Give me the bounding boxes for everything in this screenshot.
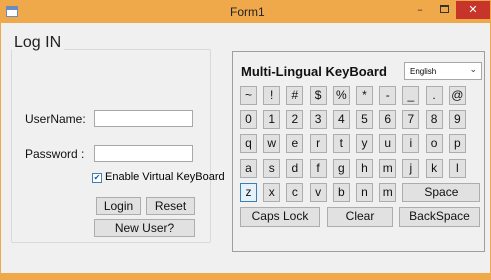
key[interactable]: ~ — [240, 86, 257, 105]
form-client-area: Log IN UserName: Password : ✔ Enable Vir… — [1, 23, 490, 279]
key[interactable]: @ — [448, 86, 466, 105]
key[interactable]: - — [379, 86, 397, 105]
minimize-icon[interactable]: – — [408, 1, 432, 19]
language-selected-value: English — [410, 67, 437, 76]
password-input[interactable] — [95, 146, 192, 161]
key[interactable]: 7 — [402, 110, 420, 129]
key[interactable]: 2 — [286, 110, 304, 129]
key[interactable]: q — [240, 134, 257, 153]
key[interactable]: r — [309, 134, 327, 153]
key-backspace[interactable]: BackSpace — [399, 207, 480, 227]
key[interactable]: ! — [263, 86, 281, 105]
chevron-down-icon[interactable]: ⌄ — [469, 65, 477, 75]
key[interactable]: p — [448, 134, 466, 153]
key[interactable]: i — [402, 134, 420, 153]
key[interactable]: m — [379, 183, 397, 202]
window-title: Form1 — [230, 5, 265, 19]
form1-window: Form1 – ✕ Log IN UserName: Password : ✔ … — [0, 0, 491, 280]
key[interactable]: h — [356, 159, 373, 178]
key[interactable]: 9 — [448, 110, 466, 129]
key[interactable]: 0 — [240, 110, 257, 129]
key[interactable]: v — [309, 183, 327, 202]
key[interactable]: g — [332, 159, 350, 178]
virtual-keyboard-checkbox[interactable]: ✔ — [92, 173, 102, 183]
password-label: Password : — [25, 147, 85, 161]
username-label: UserName: — [25, 112, 86, 126]
title-bar[interactable]: Form1 – ✕ — [1, 1, 490, 23]
key[interactable]: a — [240, 159, 257, 178]
key-caps-lock[interactable]: Caps Lock — [240, 207, 320, 227]
key[interactable]: w — [263, 134, 281, 153]
key[interactable]: $ — [309, 86, 327, 105]
key[interactable]: f — [309, 159, 327, 178]
virtual-keyboard-panel: Multi-Lingual KeyBoard English ⌄ ~! # $% * -… — [232, 51, 485, 252]
key[interactable]: n — [356, 183, 373, 202]
key[interactable]: u — [379, 134, 397, 153]
key[interactable]: x — [263, 183, 281, 202]
key[interactable]: z — [240, 183, 257, 202]
username-field[interactable] — [94, 110, 193, 127]
window-app-icon[interactable] — [6, 6, 18, 17]
key[interactable]: s — [263, 159, 281, 178]
key[interactable]: y — [356, 134, 373, 153]
virtual-keyboard-label[interactable]: Enable Virtual KeyBoard — [105, 171, 225, 183]
key-space[interactable]: Space — [402, 183, 481, 202]
key[interactable]: 8 — [425, 110, 443, 129]
key[interactable]: * — [356, 86, 373, 105]
key[interactable]: l — [448, 159, 466, 178]
key[interactable]: e — [286, 134, 304, 153]
key[interactable]: _ — [402, 86, 420, 105]
key[interactable]: m — [379, 159, 397, 178]
check-icon: ✔ — [93, 173, 101, 182]
key[interactable]: j — [402, 159, 420, 178]
reset-button[interactable]: Reset — [146, 197, 195, 215]
key[interactable]: t — [332, 134, 350, 153]
key[interactable]: 5 — [356, 110, 373, 129]
login-button[interactable]: Login — [96, 197, 141, 215]
key[interactable]: k — [425, 159, 443, 178]
key[interactable]: d — [286, 159, 304, 178]
key[interactable]: 4 — [332, 110, 350, 129]
key[interactable]: 1 — [263, 110, 281, 129]
key[interactable]: 3 — [309, 110, 327, 129]
key[interactable]: c — [286, 183, 304, 202]
password-field[interactable] — [94, 145, 193, 162]
keyboard-title: Multi-Lingual KeyBoard — [241, 64, 387, 79]
key-clear[interactable]: Clear — [327, 207, 393, 227]
language-select[interactable]: English ⌄ — [404, 62, 482, 80]
maximize-icon[interactable] — [432, 1, 456, 19]
login-group-title: Log IN — [12, 34, 65, 52]
key[interactable]: o — [425, 134, 443, 153]
key[interactable]: # — [286, 86, 304, 105]
key[interactable]: % — [332, 86, 350, 105]
close-icon[interactable]: ✕ — [456, 1, 490, 19]
key[interactable]: b — [332, 183, 350, 202]
key[interactable]: 6 — [379, 110, 397, 129]
username-input[interactable] — [95, 111, 192, 126]
new-user-button[interactable]: New User? — [94, 219, 195, 237]
key[interactable]: . — [425, 86, 443, 105]
